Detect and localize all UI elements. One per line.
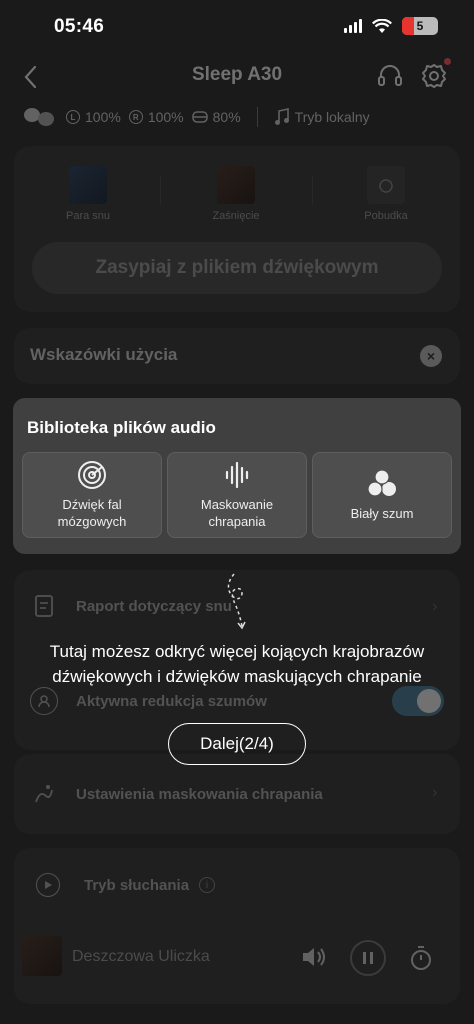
anc-icon <box>30 687 58 715</box>
listening-mode-label: Tryb słuchania <box>84 876 190 894</box>
anc-row: Aktywna redukcja szumów <box>30 687 267 715</box>
notification-dot <box>444 58 451 65</box>
left-earbud-icon: L <box>66 110 80 124</box>
chevron-right-icon: › <box>432 784 438 801</box>
local-mode-label: Tryb lokalny <box>294 109 370 125</box>
mode-label: Pobudka <box>364 210 408 222</box>
sleep-with-sound-button[interactable]: Zasypiaj z plikiem dźwiękowym <box>32 242 442 294</box>
left-battery: L 100% <box>66 109 121 125</box>
right-battery: R 100% <box>128 109 184 125</box>
mode-wake-up[interactable]: Pobudka <box>354 166 418 222</box>
guide-arrow-icon <box>227 573 246 630</box>
device-status-row: L 100% R 100% 80% Tryb lokalny <box>22 106 370 128</box>
guide-hint: Tutaj możesz odkryć więcej kojących kraj… <box>0 640 474 689</box>
left-battery-value: 100% <box>85 109 121 125</box>
next-step-button[interactable]: Dalej(2/4) <box>168 723 306 765</box>
mode-sleep-pair[interactable]: Para snu <box>60 166 116 222</box>
tile-label: Dźwięk fal mózgowych <box>57 497 127 529</box>
gear-icon[interactable] <box>420 62 448 90</box>
report-icon <box>30 592 58 620</box>
play-circle-icon <box>36 873 60 897</box>
mode-fall-asleep[interactable]: Zaśnięcie <box>206 166 266 222</box>
masking-settings-label: Ustawienia maskowania chrapania <box>76 785 323 803</box>
alarm-icon <box>367 166 405 204</box>
track-artwork <box>22 936 62 976</box>
tile-white-noise[interactable]: Biały szum <box>312 452 452 538</box>
battery-level: 5 <box>416 19 424 33</box>
mode-thumbnail <box>69 166 107 204</box>
info-icon[interactable]: i <box>199 877 216 893</box>
track-title: Deszczowa Uliczka <box>72 948 210 965</box>
sleep-report-row[interactable]: Raport dotyczący snu <box>30 592 232 620</box>
headset-icon[interactable] <box>376 62 404 90</box>
anc-label: Aktywna redukcja szumów <box>76 692 267 710</box>
mode-label: Zaśnięcie <box>212 210 260 222</box>
case-icon <box>191 111 208 123</box>
sleep-report-label: Raport dotyczący snu <box>76 597 232 615</box>
earbuds-icon <box>24 108 54 126</box>
tile-label: Biały szum <box>350 505 414 521</box>
status-time: 05:46 <box>54 16 105 37</box>
audio-library-title: Biblioteka plików audio <box>27 418 216 437</box>
chevron-right-icon: › <box>432 598 438 615</box>
tile-label: Maskowanie chrapania <box>200 497 274 529</box>
right-battery-value: 100% <box>147 109 184 125</box>
tile-snore-masking[interactable]: Maskowanie chrapania <box>167 452 307 538</box>
bubbles-icon <box>367 468 396 497</box>
music-note-icon <box>274 108 289 125</box>
status-icons: 5 <box>344 17 438 35</box>
close-icon[interactable]: × <box>420 345 442 367</box>
local-mode[interactable]: Tryb lokalny <box>274 108 370 126</box>
mode-thumbnail <box>217 166 255 204</box>
cellular-signal-icon <box>344 19 362 33</box>
case-battery: 80% <box>191 109 241 125</box>
tips-label[interactable]: Wskazówki użycia <box>30 345 177 365</box>
listening-mode-row[interactable]: Tryb słuchania i <box>36 873 216 897</box>
right-earbud-icon: R <box>128 110 143 124</box>
battery-icon: 5 <box>402 17 438 35</box>
masking-settings-row[interactable]: Ustawienia maskowania chrapania <box>30 780 323 808</box>
pause-button[interactable] <box>350 940 386 976</box>
mode-label: Para snu <box>65 210 111 222</box>
guide-hint-line: Tutaj możesz odkryć więcej kojących kraj… <box>49 642 425 661</box>
pause-icon <box>363 952 373 964</box>
player-card <box>14 848 460 1004</box>
case-battery-value: 80% <box>212 109 241 125</box>
tile-brainwave[interactable]: Dźwięk fal mózgowych <box>22 452 162 538</box>
anc-toggle[interactable] <box>392 686 444 716</box>
snore-icon <box>30 780 58 808</box>
wifi-icon <box>372 18 392 33</box>
guide-hint-line: dźwiękowych i dźwięków maskujących chrap… <box>52 666 422 686</box>
timer-icon[interactable] <box>408 944 434 972</box>
soundwave-icon <box>225 462 249 489</box>
brainwave-icon <box>78 461 106 490</box>
volume-icon[interactable] <box>300 944 328 970</box>
